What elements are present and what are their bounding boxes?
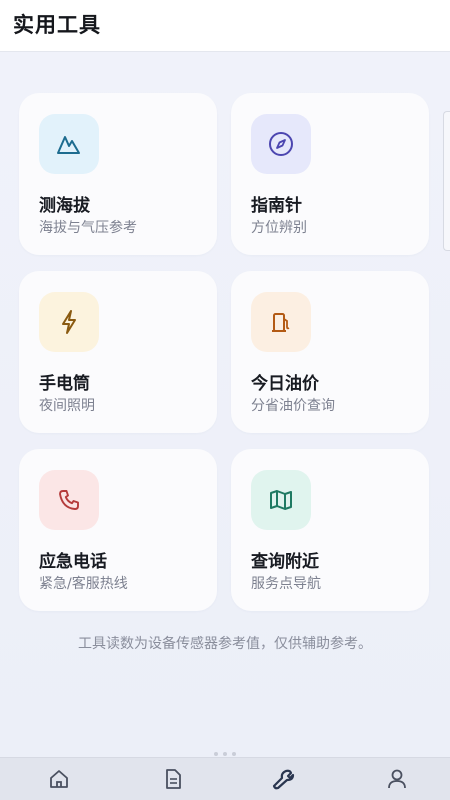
lightning-icon bbox=[39, 292, 99, 352]
tool-card-compass[interactable]: 指南针 方位辨别 bbox=[231, 93, 429, 255]
map-icon bbox=[251, 470, 311, 530]
phone-icon bbox=[39, 470, 99, 530]
wrench-icon bbox=[272, 769, 295, 790]
tool-card-fuel-price[interactable]: 今日油价 分省油价查询 bbox=[231, 271, 429, 433]
disclaimer-note: 工具读数为设备传感器参考值，仅供辅助参考。 bbox=[78, 636, 372, 652]
tool-desc: 分省油价查询 bbox=[251, 398, 335, 414]
tool-desc: 服务点导航 bbox=[251, 576, 321, 592]
tool-name: 查询附近 bbox=[251, 552, 319, 572]
mountain-icon bbox=[39, 114, 99, 174]
fuel-pump-icon bbox=[251, 292, 311, 352]
compass-icon bbox=[251, 114, 311, 174]
tool-name: 应急电话 bbox=[39, 552, 107, 572]
tab-tools[interactable] bbox=[268, 767, 298, 797]
tool-card-altitude[interactable]: 测海拔 海拔与气压参考 bbox=[19, 93, 217, 255]
tool-name: 今日油价 bbox=[251, 374, 319, 394]
tab-home[interactable] bbox=[44, 767, 74, 797]
tool-card-flashlight[interactable]: 手电筒 夜间照明 bbox=[19, 271, 217, 433]
bottom-tab-bar bbox=[0, 757, 450, 800]
tool-desc: 海拔与气压参考 bbox=[39, 220, 137, 236]
tool-card-emergency-phone[interactable]: 应急电话 紧急/客服热线 bbox=[19, 449, 217, 611]
tab-documents[interactable] bbox=[158, 767, 188, 797]
home-icon bbox=[50, 770, 68, 788]
page-title: 实用工具 bbox=[13, 13, 101, 37]
tool-card-nearby[interactable]: 查询附近 服务点导航 bbox=[231, 449, 429, 611]
document-icon bbox=[166, 769, 181, 789]
tool-desc: 紧急/客服热线 bbox=[39, 576, 128, 592]
tool-name: 指南针 bbox=[251, 196, 302, 216]
user-icon bbox=[388, 769, 406, 789]
scrollbar[interactable] bbox=[443, 111, 450, 251]
tool-name: 测海拔 bbox=[39, 196, 90, 216]
app-header: 实用工具 bbox=[0, 0, 450, 52]
tool-desc: 夜间照明 bbox=[39, 398, 95, 414]
tab-profile[interactable] bbox=[382, 767, 412, 797]
tool-name: 手电筒 bbox=[39, 374, 90, 394]
tool-desc: 方位辨别 bbox=[251, 220, 307, 236]
